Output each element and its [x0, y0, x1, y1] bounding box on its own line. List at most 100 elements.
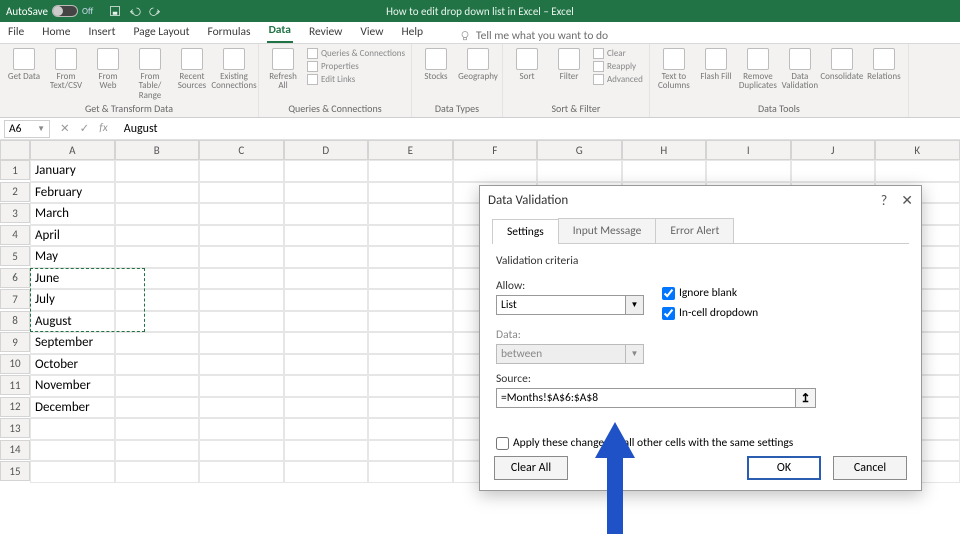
column-header-A[interactable]: A	[30, 140, 115, 160]
cell-B5[interactable]	[115, 246, 200, 268]
allow-value[interactable]	[496, 295, 626, 315]
ribbon-existing-connections[interactable]: Existing Connections	[216, 48, 252, 91]
ribbon-from-table-range[interactable]: From Table/ Range	[132, 48, 168, 100]
ribbon-sort[interactable]: Sort	[509, 48, 545, 81]
cell-D12[interactable]	[284, 397, 369, 419]
ribbon-reapply[interactable]: Reapply	[593, 61, 643, 72]
column-header-K[interactable]: K	[875, 140, 960, 160]
cell-B9[interactable]	[115, 332, 200, 354]
ribbon-clear[interactable]: Clear	[593, 48, 643, 59]
tab-home[interactable]: Home	[40, 25, 72, 43]
row-header-12[interactable]: 12	[0, 397, 30, 417]
range-picker-icon[interactable]: ↥	[796, 388, 816, 408]
ribbon-get-data[interactable]: Get Data	[6, 48, 42, 81]
cell-B15[interactable]	[115, 461, 200, 483]
row-header-6[interactable]: 6	[0, 268, 30, 288]
chevron-down-icon[interactable]: ▼	[37, 124, 45, 134]
ribbon-flash-fill[interactable]: Flash Fill	[698, 48, 734, 81]
cell-E11[interactable]	[368, 375, 453, 397]
row-header-11[interactable]: 11	[0, 375, 30, 395]
cell-E9[interactable]	[368, 332, 453, 354]
cell-D8[interactable]	[284, 311, 369, 333]
column-header-C[interactable]: C	[199, 140, 284, 160]
row-header-14[interactable]: 14	[0, 440, 30, 460]
ribbon-stocks[interactable]: Stocks	[418, 48, 454, 81]
cell-C12[interactable]	[199, 397, 284, 419]
ribbon-refresh-all[interactable]: Refresh All	[265, 48, 301, 91]
dialog-tab-input-message[interactable]: Input Message	[558, 218, 657, 243]
row-header-4[interactable]: 4	[0, 225, 30, 245]
cell-E6[interactable]	[368, 268, 453, 290]
tab-formulas[interactable]: Formulas	[205, 25, 252, 43]
close-icon[interactable]: ✕	[901, 192, 913, 209]
tab-insert[interactable]: Insert	[86, 25, 117, 43]
cell-C6[interactable]	[199, 268, 284, 290]
ribbon-text-to-columns[interactable]: Text to Columns	[656, 48, 692, 91]
ribbon-relations[interactable]: Relations	[866, 48, 902, 81]
tab-help[interactable]: Help	[399, 25, 425, 43]
select-all-corner[interactable]	[0, 140, 30, 160]
cell-D5[interactable]	[284, 246, 369, 268]
cell-A6[interactable]: June	[30, 268, 115, 290]
cell-D4[interactable]	[284, 225, 369, 247]
cell-C1[interactable]	[199, 160, 284, 182]
cell-E4[interactable]	[368, 225, 453, 247]
cell-A4[interactable]: April	[30, 225, 115, 247]
cell-D15[interactable]	[284, 461, 369, 483]
ribbon-edit-links[interactable]: Edit Links	[307, 74, 405, 85]
tab-file[interactable]: File	[6, 25, 26, 43]
cell-D14[interactable]	[284, 440, 369, 462]
tab-view[interactable]: View	[358, 25, 385, 43]
redo-icon[interactable]	[149, 5, 161, 17]
cell-C7[interactable]	[199, 289, 284, 311]
ribbon-queries-connections[interactable]: Queries & Connections	[307, 48, 405, 59]
cell-B3[interactable]	[115, 203, 200, 225]
cell-D11[interactable]	[284, 375, 369, 397]
allow-combo[interactable]: ▼	[496, 295, 644, 315]
cell-E8[interactable]	[368, 311, 453, 333]
ribbon-geography[interactable]: Geography	[460, 48, 496, 81]
row-header-15[interactable]: 15	[0, 461, 30, 481]
tell-me-search[interactable]: Tell me what you want to do	[459, 29, 608, 43]
cell-A7[interactable]: July	[30, 289, 115, 311]
column-header-B[interactable]: B	[115, 140, 200, 160]
cell-B1[interactable]	[115, 160, 200, 182]
cell-E10[interactable]	[368, 354, 453, 376]
help-icon[interactable]: ?	[881, 192, 888, 209]
cell-D7[interactable]	[284, 289, 369, 311]
apply-same-settings-checkbox[interactable]: Apply these changes to all other cells w…	[496, 436, 905, 450]
in-cell-dropdown-checkbox[interactable]: In-cell dropdown	[662, 306, 758, 320]
ribbon-consolidate[interactable]: Consolidate	[824, 48, 860, 81]
row-header-7[interactable]: 7	[0, 289, 30, 309]
cell-A3[interactable]: March	[30, 203, 115, 225]
ribbon-recent-sources[interactable]: Recent Sources	[174, 48, 210, 91]
row-header-5[interactable]: 5	[0, 246, 30, 266]
cell-C13[interactable]	[199, 418, 284, 440]
column-header-G[interactable]: G	[537, 140, 622, 160]
cell-A13[interactable]	[30, 418, 115, 440]
dialog-tab-error-alert[interactable]: Error Alert	[655, 218, 734, 243]
cell-B7[interactable]	[115, 289, 200, 311]
undo-icon[interactable]	[129, 5, 141, 17]
cell-H1[interactable]	[622, 160, 707, 182]
cell-B10[interactable]	[115, 354, 200, 376]
cell-D3[interactable]	[284, 203, 369, 225]
cell-A14[interactable]	[30, 440, 115, 462]
cell-D9[interactable]	[284, 332, 369, 354]
cell-C11[interactable]	[199, 375, 284, 397]
row-header-9[interactable]: 9	[0, 332, 30, 352]
ribbon-data-validation[interactable]: Data Validation	[782, 48, 818, 91]
cell-C4[interactable]	[199, 225, 284, 247]
cell-D6[interactable]	[284, 268, 369, 290]
cell-E14[interactable]	[368, 440, 453, 462]
column-header-E[interactable]: E	[368, 140, 453, 160]
cell-D10[interactable]	[284, 354, 369, 376]
cell-J1[interactable]	[791, 160, 876, 182]
tab-data[interactable]: Data	[267, 23, 293, 43]
tab-review[interactable]: Review	[307, 25, 344, 43]
enter-icon[interactable]: ✓	[80, 121, 90, 136]
ribbon-from-text-csv[interactable]: From Text/CSV	[48, 48, 84, 91]
cell-C9[interactable]	[199, 332, 284, 354]
cell-E3[interactable]	[368, 203, 453, 225]
chevron-down-icon[interactable]: ▼	[626, 295, 644, 315]
